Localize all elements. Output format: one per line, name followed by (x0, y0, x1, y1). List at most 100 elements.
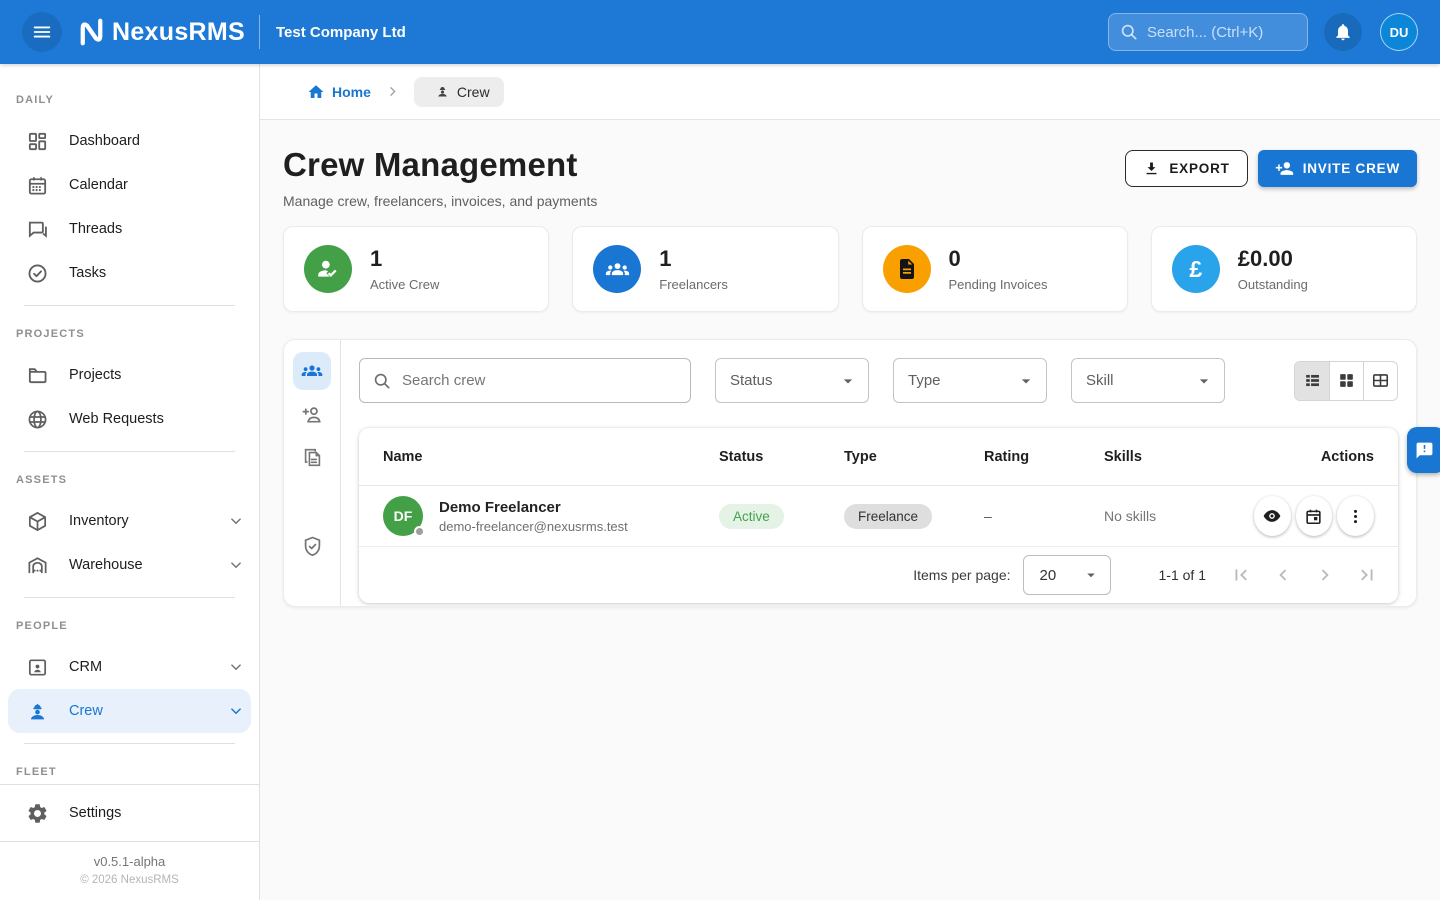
tab-documents-file-copy-icon[interactable] (293, 438, 331, 476)
chevron-right-icon (385, 84, 400, 99)
schedule-calendar-icon[interactable] (1296, 496, 1333, 536)
chevron-down-icon (227, 512, 245, 530)
section-label-daily: DAILY (16, 94, 243, 107)
breadcrumb-current-label: Crew (457, 84, 490, 100)
breadcrumb-home-link[interactable]: Home (300, 83, 371, 101)
warehouse-icon (26, 554, 49, 577)
sidebar-divider (24, 743, 235, 744)
sidebar-item-label: Calendar (69, 177, 128, 193)
stat-label: Outstanding (1238, 277, 1308, 292)
skill-filter-select[interactable]: Skill (1071, 358, 1225, 403)
sidebar-item-threads[interactable]: Threads (0, 207, 259, 251)
breadcrumb: Home Crew (260, 64, 1440, 120)
download-icon (1143, 160, 1160, 177)
sidebar-item-label: Warehouse (69, 557, 143, 573)
dashboard-icon (26, 130, 49, 153)
page-subtitle: Manage crew, freelancers, invoices, and … (283, 193, 597, 209)
sidebar-item-label: Dashboard (69, 133, 140, 149)
invite-crew-button[interactable]: INVITE CREW (1258, 150, 1417, 187)
sidebar-item-tasks[interactable]: Tasks (0, 251, 259, 295)
app-name: NexusRMS (112, 18, 245, 47)
groups-icon (593, 245, 641, 293)
first-page-icon[interactable] (1220, 555, 1262, 595)
globe-icon (26, 408, 49, 431)
crew-panel: Status Type Skill (283, 339, 1417, 607)
crew-search-field[interactable] (359, 358, 691, 403)
person-add-icon (1275, 159, 1294, 178)
tab-compliance-shield-icon[interactable] (293, 527, 331, 565)
next-page-icon[interactable] (1304, 555, 1346, 595)
skill-filter-label: Skill (1086, 372, 1114, 389)
sidebar-item-label: CRM (69, 659, 102, 675)
main-content: Home Crew Crew Management Manage crew, f… (260, 64, 1440, 900)
company-name: Test Company Ltd (276, 24, 406, 41)
export-button[interactable]: EXPORT (1125, 150, 1247, 187)
tasks-check-icon (26, 262, 49, 285)
invoice-icon (883, 245, 931, 293)
crew-engineer-icon (26, 700, 49, 723)
table-row[interactable]: DF Demo Freelancer demo-freelancer@nexus… (359, 486, 1398, 547)
sidebar-item-crm[interactable]: CRM (0, 645, 259, 689)
feedback-tab-icon[interactable] (1407, 427, 1440, 473)
tab-crew-list-groups-icon[interactable] (293, 352, 331, 390)
avatar-initials: DF (394, 508, 413, 524)
sidebar-item-web-requests[interactable]: Web Requests (0, 397, 259, 441)
breadcrumb-home-label: Home (332, 84, 371, 100)
sidebar-bottom: Settings v0.5.1-alpha © 2026 NexusRMS (0, 784, 259, 900)
home-icon (307, 83, 325, 101)
items-per-page-select[interactable]: 20 (1023, 555, 1111, 595)
crew-search-input[interactable] (402, 372, 678, 389)
stat-label: Pending Invoices (949, 277, 1048, 292)
sidebar-item-inventory[interactable]: Inventory (0, 499, 259, 543)
export-button-label: EXPORT (1169, 161, 1229, 176)
sidebar-item-warehouse[interactable]: Warehouse (0, 543, 259, 587)
more-options-kebab-icon[interactable] (1337, 496, 1374, 536)
user-avatar[interactable]: DU (1380, 13, 1418, 51)
panel-tab-rail (284, 340, 341, 606)
app-logo[interactable]: NexusRMS (74, 17, 245, 47)
global-search[interactable] (1108, 13, 1308, 51)
column-header-status: Status (719, 449, 844, 465)
view-eye-icon[interactable] (1254, 496, 1291, 536)
app-header: NexusRMS Test Company Ltd DU (0, 0, 1440, 64)
tab-invites-person-add-icon[interactable] (293, 395, 331, 433)
calendar-icon (26, 174, 49, 197)
sidebar-item-label: Threads (69, 221, 122, 237)
column-header-skills: Skills (1104, 449, 1254, 465)
menu-icon[interactable] (22, 12, 62, 52)
last-page-icon[interactable] (1346, 555, 1388, 595)
pound-icon: £ (1172, 245, 1220, 293)
sidebar-item-settings[interactable]: Settings (0, 784, 259, 841)
grid-view-icon[interactable] (1329, 362, 1363, 400)
crew-table: Name Status Type Rating Skills Actions D… (359, 428, 1398, 603)
crew-avatar: DF (383, 496, 423, 536)
previous-page-icon[interactable] (1262, 555, 1304, 595)
sidebar-item-dashboard[interactable]: Dashboard (0, 119, 259, 163)
sidebar-item-crew[interactable]: Crew (8, 689, 251, 733)
sidebar-item-label: Settings (69, 805, 121, 821)
stat-value: 1 (659, 246, 728, 272)
type-filter-select[interactable]: Type (893, 358, 1047, 403)
breadcrumb-current-chip[interactable]: Crew (414, 77, 504, 107)
status-filter-select[interactable]: Status (715, 358, 869, 403)
header-divider (259, 15, 260, 49)
type-badge: Freelance (844, 504, 932, 529)
list-view-icon[interactable] (1295, 362, 1329, 400)
table-view-icon[interactable] (1363, 362, 1397, 400)
stat-value: 1 (370, 246, 439, 272)
stat-card-active-crew: 1 Active Crew (283, 226, 549, 312)
sidebar-item-projects[interactable]: Projects (0, 353, 259, 397)
section-label-fleet: FLEET (16, 766, 243, 779)
search-icon (1119, 22, 1139, 42)
dropdown-arrow-icon (1016, 371, 1036, 391)
crew-email: demo-freelancer@nexusrms.test (439, 519, 628, 534)
sidebar: DAILY Dashboard Calendar Threads Tasks P… (0, 64, 260, 900)
stat-label: Freelancers (659, 277, 728, 292)
global-search-input[interactable] (1147, 24, 1297, 41)
gear-icon (26, 802, 49, 825)
sidebar-item-calendar[interactable]: Calendar (0, 163, 259, 207)
section-label-projects: PROJECTS (16, 328, 243, 341)
section-label-assets: ASSETS (16, 474, 243, 487)
invite-button-label: INVITE CREW (1303, 161, 1400, 176)
notifications-bell-icon[interactable] (1324, 13, 1362, 51)
